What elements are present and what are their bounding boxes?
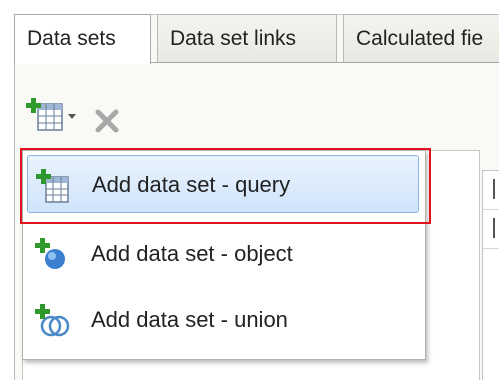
add-data-set-button[interactable]: [26, 94, 82, 134]
query-table-icon: [36, 169, 69, 203]
menu-item-add-object[interactable]: Add data set - object: [27, 225, 419, 283]
menu-item-label: Add data set - query: [92, 172, 291, 197]
tab-data-sets[interactable]: Data sets: [14, 14, 151, 64]
table-row: [483, 171, 499, 210]
add-data-set-icon: [26, 98, 76, 131]
table-row: [483, 210, 499, 249]
tab-strip: Data sets Data set links Calculated fie: [14, 14, 499, 64]
page: Data sets Data set links Calculated fie: [0, 0, 499, 380]
menu-item-add-query[interactable]: Add data set - query: [27, 155, 419, 213]
object-sphere-icon: [35, 238, 65, 269]
tab-calculated-fields[interactable]: Calculated fie: [343, 14, 499, 62]
fields-table[interactable]: [482, 170, 499, 380]
tab-data-set-links[interactable]: Data set links: [157, 14, 337, 62]
menu-item-label: Add data set - object: [91, 241, 293, 266]
delete-button[interactable]: [94, 108, 120, 134]
delete-icon: [95, 109, 119, 133]
menu-item-add-union[interactable]: Add data set - union: [27, 291, 419, 349]
union-icon: [35, 304, 70, 337]
menu-item-label: Add data set - union: [91, 307, 288, 332]
add-data-set-menu: Add data set - query Add data set - obje…: [22, 150, 426, 360]
